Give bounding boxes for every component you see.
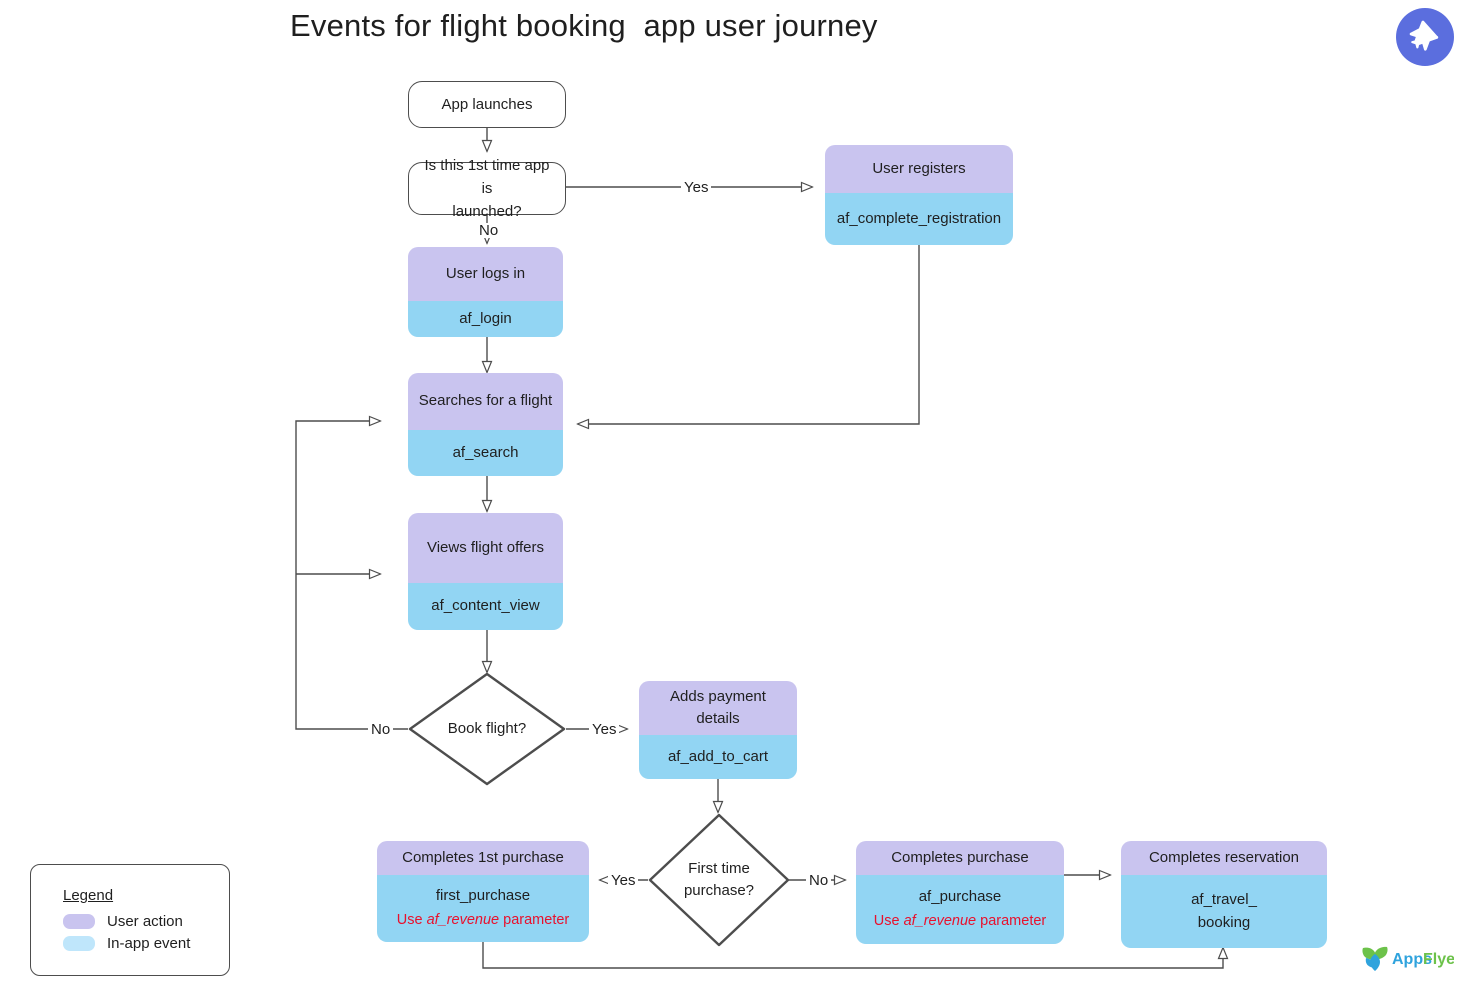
node-completes-reservation-action: Completes reservation <box>1121 841 1327 875</box>
node-book-flight-decision[interactable]: Book flight? <box>408 672 566 786</box>
node-searches-flight-action: Searches for a flight <box>408 373 563 430</box>
node-user-registers[interactable]: User registers af_complete_registration <box>825 145 1013 245</box>
edge-label-book-flight-no: No <box>368 722 394 737</box>
edge-label-first-time-no: No <box>806 873 832 888</box>
node-user-logs-in[interactable]: User logs in af_login <box>408 247 563 337</box>
legend-title: Legend <box>63 887 114 904</box>
node-completes-purchase-param: Use af_revenue parameter <box>873 912 1047 929</box>
node-views-offers-event: af_content_view <box>431 597 540 615</box>
node-book-flight-decision-label: Book flight? <box>447 720 527 738</box>
node-user-registers-event: af_complete_registration <box>836 209 1002 227</box>
node-first-launch-decision[interactable]: Is this 1st time app is launched? <box>408 157 566 220</box>
node-completes-purchase-event: af_purchase <box>918 888 1002 906</box>
node-completes-purchase[interactable]: Completes purchase af_purchase Use af_re… <box>856 841 1064 944</box>
page-title: Events for flight booking app user journ… <box>290 8 878 43</box>
appsflyer-butterfly-mark <box>1362 946 1388 971</box>
node-adds-payment-event: af_add_to_cart <box>667 747 769 765</box>
edge-bookflight-no-to-search <box>295 421 408 730</box>
node-completes-reservation-event-line1: af_travel_ <box>1191 891 1257 908</box>
edge-label-first-launch-no: No <box>476 223 502 238</box>
node-searches-flight-event: af_search <box>452 443 519 461</box>
edge-label-book-flight-yes: Yes <box>589 722 620 737</box>
legend: Legend User action In-app event <box>30 864 230 976</box>
legend-swatch-in-app-event <box>63 936 95 951</box>
node-first-time-purchase-line1: First time <box>688 860 750 878</box>
node-completes-first-purchase[interactable]: Completes 1st purchase first_purchase Us… <box>377 841 589 942</box>
legend-label-in-app-event: In-app event <box>107 935 191 952</box>
airplane-badge <box>1396 8 1454 66</box>
edge-label-first-time-yes: Yes <box>608 873 639 888</box>
node-app-launches-label: App launches <box>441 95 533 113</box>
appsflyer-logo: Apps Flyer <box>1358 941 1460 975</box>
legend-swatch-user-action <box>63 914 95 929</box>
node-completes-first-purchase-param: Use af_revenue parameter <box>396 911 570 928</box>
flowchart-canvas: Events for flight booking app user journ… <box>0 0 1460 986</box>
node-views-offers[interactable]: Views flight offers af_content_view <box>408 513 563 630</box>
node-adds-payment[interactable]: Adds payment details af_add_to_cart <box>639 681 797 779</box>
legend-item-user-action: User action <box>63 913 229 930</box>
appsflyer-logo-icon: Apps Flyer <box>1362 946 1460 971</box>
node-adds-payment-action-line2: details <box>696 710 740 727</box>
node-completes-reservation-event-line2: booking <box>1197 913 1251 931</box>
airplane-icon <box>1409 20 1439 51</box>
node-completes-first-purchase-action: Completes 1st purchase <box>377 841 589 875</box>
node-user-logs-in-event: af_login <box>459 309 512 327</box>
edge-label-first-launch-yes: Yes <box>681 180 712 195</box>
edge-register-to-search <box>578 245 920 424</box>
node-first-launch-decision-line1: Is this 1st time app is <box>424 156 550 197</box>
node-completes-purchase-action: Completes purchase <box>856 841 1064 875</box>
node-app-launches[interactable]: App launches <box>408 81 566 128</box>
edge-firstpurchase-to-reservation <box>482 942 1223 969</box>
node-views-offers-action: Views flight offers <box>408 513 563 583</box>
node-searches-flight[interactable]: Searches for a flight af_search <box>408 373 563 476</box>
node-first-time-purchase-decision[interactable]: First time purchase? <box>648 813 790 947</box>
node-user-registers-action: User registers <box>825 145 1013 193</box>
node-adds-payment-action-line1: Adds payment <box>670 687 766 705</box>
node-completes-first-purchase-event: first_purchase <box>435 887 531 905</box>
node-user-logs-in-action: User logs in <box>408 247 563 301</box>
node-first-time-purchase-line2: purchase? <box>683 882 755 899</box>
appsflyer-wordmark-flyer: Flyer <box>1423 951 1454 968</box>
legend-item-in-app-event: In-app event <box>63 935 229 952</box>
node-first-launch-decision-line2: launched? <box>452 203 522 221</box>
legend-label-user-action: User action <box>107 913 183 930</box>
node-completes-reservation[interactable]: Completes reservation af_travel_ booking <box>1121 841 1327 948</box>
